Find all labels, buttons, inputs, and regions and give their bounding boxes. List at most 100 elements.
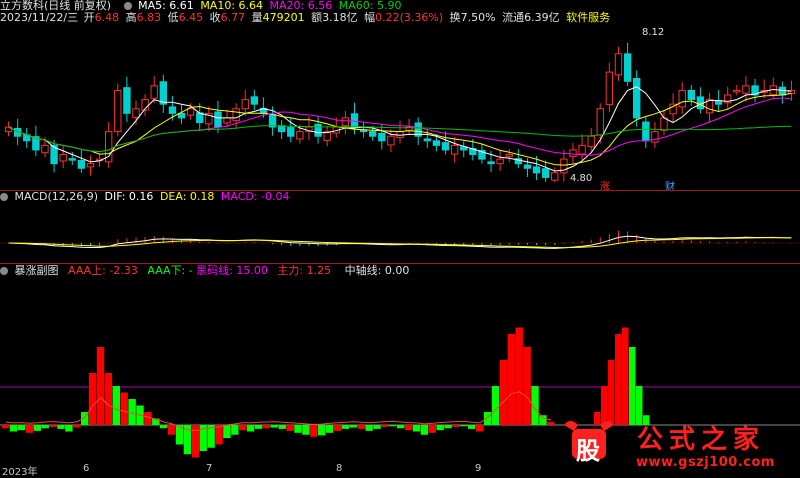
candle-body — [733, 89, 741, 93]
sub-bar — [397, 425, 405, 429]
sub-bar — [318, 425, 326, 436]
sub-bar — [231, 425, 239, 435]
candle-body — [369, 131, 377, 137]
candle-body — [578, 144, 586, 155]
sub-bar — [239, 425, 247, 431]
candle-body — [277, 125, 286, 133]
sub-bar — [381, 425, 389, 427]
sub-bar — [460, 425, 468, 427]
high-mark-label: 8.12 — [642, 27, 665, 38]
candle-body — [114, 89, 122, 133]
candle-body — [287, 127, 295, 137]
sub-bar — [483, 412, 492, 425]
candle-body — [232, 108, 240, 122]
price-pane[interactable]: 立方数科(日线 前复权) MA5: 6.61 MA10: 6.64 MA20: … — [0, 0, 800, 193]
candle-body — [241, 99, 249, 110]
sub-spike-bar — [615, 334, 622, 425]
sub-bar — [412, 425, 421, 432]
candle-body — [623, 53, 632, 82]
candle-body — [614, 53, 623, 76]
watermark-logo-char: 股 — [576, 437, 600, 465]
sub-bar — [436, 425, 444, 431]
macd-chart[interactable] — [0, 191, 800, 263]
candle-body — [596, 108, 604, 136]
candle-body — [196, 112, 204, 123]
sub-bar — [278, 425, 286, 429]
candle-body — [605, 71, 614, 106]
sub-bar — [120, 392, 128, 425]
candle-body — [132, 108, 140, 118]
sub-bar — [302, 425, 310, 435]
candle-body — [487, 161, 495, 165]
sub-bar — [286, 425, 294, 431]
candle-body — [505, 154, 513, 157]
candle-body — [350, 113, 359, 128]
sub-bar — [468, 425, 476, 429]
candle-body — [223, 117, 231, 124]
sub-bar — [160, 425, 168, 429]
sub-bar — [112, 386, 120, 425]
candle-body — [642, 121, 650, 142]
sub-bar — [254, 425, 263, 429]
sub-bar — [49, 425, 57, 427]
candle-body — [742, 85, 750, 94]
sub-bar — [357, 425, 365, 429]
candle-body — [687, 89, 695, 101]
sub-spike-bar — [629, 347, 636, 425]
candle-body — [268, 114, 277, 128]
sub-bar — [294, 425, 302, 433]
sub-bar — [57, 425, 65, 429]
candle-body — [441, 142, 450, 151]
candle-body — [532, 166, 541, 174]
candle-body — [159, 81, 167, 105]
candle-body — [569, 149, 577, 157]
candle-body — [186, 108, 195, 116]
candlestick-chart[interactable] — [0, 0, 800, 190]
sub-bar — [428, 425, 436, 433]
candle-body — [77, 159, 86, 169]
candle-body — [314, 123, 322, 137]
watermark-title: 公式之家 — [637, 425, 766, 455]
candle-body — [660, 117, 668, 131]
candle-body — [541, 168, 550, 178]
x-axis-jul: 7 — [206, 463, 213, 474]
sub-bar — [96, 347, 105, 425]
sub-bar — [547, 421, 555, 425]
sub-bar — [223, 425, 231, 438]
x-axis-sep: 9 — [475, 463, 482, 474]
candle-body — [68, 158, 76, 161]
sub-bar — [17, 425, 26, 431]
macd-pane[interactable]: MACD(12,26,9) DIF: 0.16 DEA: 0.18 MACD: … — [0, 191, 800, 263]
candle-body — [587, 135, 595, 148]
sub-bar — [2, 425, 10, 429]
candle-body — [250, 96, 259, 105]
sub-bar — [333, 425, 342, 431]
sub-bar — [25, 425, 34, 433]
sub-spike-bar — [622, 327, 629, 425]
sub-bar — [444, 425, 452, 429]
sub-bar — [246, 425, 255, 432]
sub-bar — [491, 386, 500, 425]
sub-bar — [144, 412, 152, 425]
candle-body — [341, 117, 350, 127]
sub-bar — [373, 425, 381, 429]
sub-bar — [365, 425, 373, 431]
sub-bar — [389, 425, 397, 427]
x-axis-jun: 6 — [83, 463, 90, 474]
sub-bar — [349, 425, 357, 428]
candle-body — [59, 154, 67, 162]
sub-bar — [523, 347, 531, 425]
macd-dif-line — [8, 235, 792, 249]
sub-bar — [499, 360, 508, 425]
sub-bar — [262, 425, 271, 429]
candle-body — [150, 85, 158, 99]
candle-body — [714, 100, 723, 105]
sub-bar — [515, 327, 523, 425]
sub-bar — [507, 334, 515, 425]
sub-bar — [33, 425, 41, 431]
sub-bar — [310, 425, 318, 437]
sub-bar — [215, 425, 223, 445]
candle-body — [551, 172, 559, 181]
candle-body — [123, 87, 131, 114]
sub-bar — [476, 425, 484, 432]
